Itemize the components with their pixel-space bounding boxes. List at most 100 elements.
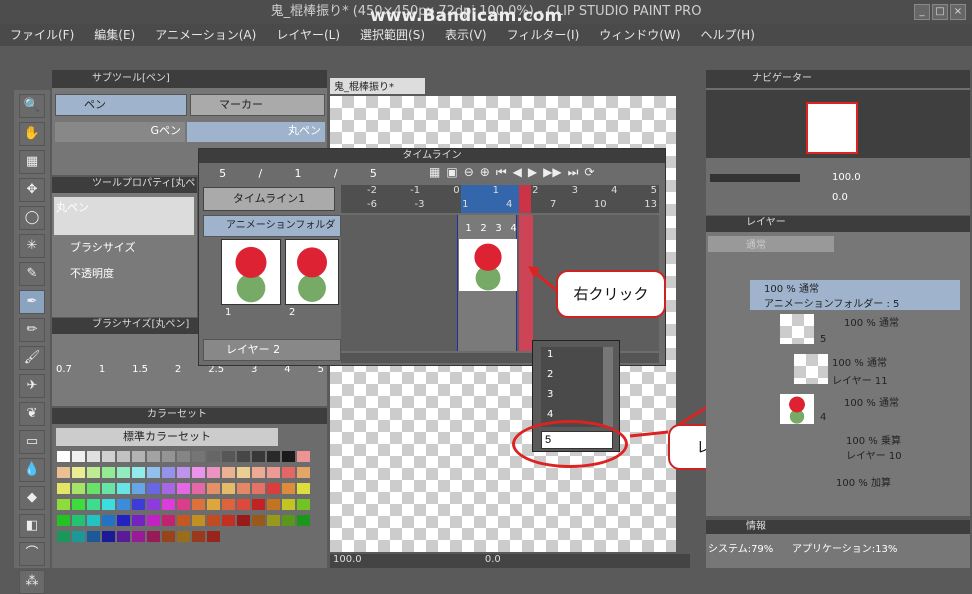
color-swatch[interactable]	[57, 499, 70, 510]
eraser-tool-icon[interactable]: ▭	[19, 430, 45, 454]
folder-thumbnail-1[interactable]	[221, 239, 281, 305]
layer-row-5[interactable]: 100 % 通常 5	[766, 312, 960, 348]
menu-file[interactable]: ファイル(F)	[10, 24, 74, 46]
color-swatch[interactable]	[72, 483, 85, 494]
layer-row-add[interactable]: 100 % 加算	[796, 474, 960, 492]
color-swatch[interactable]	[282, 499, 295, 510]
color-swatch[interactable]	[57, 515, 70, 526]
color-swatch[interactable]	[87, 515, 100, 526]
color-swatch[interactable]	[87, 531, 100, 542]
figure-tool-icon[interactable]: ⌒	[19, 542, 45, 566]
navigator-angle[interactable]: 0.0	[832, 192, 848, 203]
pencil-tool-icon[interactable]: ✏	[19, 318, 45, 342]
popup-item[interactable]: 3	[541, 387, 603, 407]
pen-tool-icon[interactable]: ✒	[19, 290, 45, 314]
color-swatch[interactable]	[222, 515, 235, 526]
layer-row-folder[interactable]: 100 % 通常 アニメーションフォルダー : 5	[750, 280, 960, 310]
color-swatch[interactable]	[267, 515, 280, 526]
eyedropper-tool-icon[interactable]: ✎	[19, 262, 45, 286]
maximize-button[interactable]: □	[932, 4, 948, 20]
color-swatch[interactable]	[57, 531, 70, 542]
color-swatch[interactable]	[282, 451, 295, 462]
tab-marker[interactable]: マーカー	[190, 94, 325, 116]
color-swatch[interactable]	[177, 483, 190, 494]
color-swatch[interactable]	[207, 467, 220, 478]
color-swatch[interactable]	[117, 499, 130, 510]
color-swatch[interactable]	[147, 451, 160, 462]
zoom-out-icon[interactable]: ⊖	[464, 165, 474, 183]
timeline-select[interactable]: タイムライン1	[203, 187, 335, 211]
timeline-ruler[interactable]: -2 -1 0 1 2 3 4 5 -6 -3 1 4 7 10 13	[341, 185, 659, 213]
prev-frame-icon[interactable]: ◀	[513, 165, 522, 183]
color-swatch[interactable]	[72, 531, 85, 542]
color-swatch[interactable]	[132, 515, 145, 526]
color-swatch[interactable]	[252, 483, 265, 494]
color-swatch[interactable]	[252, 515, 265, 526]
color-swatch[interactable]	[192, 499, 205, 510]
color-swatch[interactable]	[87, 451, 100, 462]
color-swatch[interactable]	[117, 531, 130, 542]
layer-row-11[interactable]: 100 % 通常 レイヤー 11	[792, 352, 960, 388]
brush-tool-icon[interactable]: 🖌	[19, 346, 45, 370]
color-swatch[interactable]	[162, 515, 175, 526]
color-swatch[interactable]	[72, 451, 85, 462]
color-swatch[interactable]	[222, 451, 235, 462]
color-swatch[interactable]	[72, 499, 85, 510]
color-swatch[interactable]	[132, 451, 145, 462]
color-swatch[interactable]	[207, 451, 220, 462]
color-swatch[interactable]	[237, 483, 250, 494]
color-swatch[interactable]	[207, 531, 220, 542]
navigator-zoom-slider[interactable]	[710, 174, 800, 182]
layer2-row[interactable]: レイヤー 2	[203, 339, 341, 361]
layer-row-4[interactable]: 100 % 通常 4	[766, 392, 960, 428]
folder-thumbnail-2[interactable]	[285, 239, 339, 305]
color-swatch[interactable]	[297, 499, 310, 510]
color-swatch[interactable]	[57, 483, 70, 494]
navigator-zoom[interactable]: 100.0	[832, 172, 861, 183]
last-frame-icon[interactable]: ⏭	[568, 165, 579, 183]
popup-item[interactable]: 2	[541, 367, 603, 387]
color-swatch[interactable]	[147, 483, 160, 494]
color-swatch[interactable]	[267, 499, 280, 510]
minimize-button[interactable]: _	[914, 4, 930, 20]
onion-icon[interactable]: ▣	[446, 165, 457, 183]
size-2[interactable]: 2	[175, 364, 181, 375]
folder-layer-row[interactable]: アニメーションフォルダー	[203, 215, 341, 251]
canvas-tab[interactable]: 鬼_棍棒振り*	[330, 78, 425, 94]
color-swatch[interactable]	[132, 531, 145, 542]
canvas-zoom[interactable]: 100.0	[333, 554, 362, 565]
color-swatch[interactable]	[282, 483, 295, 494]
first-frame-icon[interactable]: ⏮	[496, 165, 507, 183]
color-swatch[interactable]	[147, 467, 160, 478]
hand-tool-icon[interactable]: ✋	[19, 122, 45, 146]
color-swatch[interactable]	[162, 531, 175, 542]
color-swatch[interactable]	[237, 515, 250, 526]
color-swatch[interactable]	[192, 531, 205, 542]
color-swatch[interactable]	[147, 531, 160, 542]
color-swatch[interactable]	[252, 451, 265, 462]
color-swatch[interactable]	[102, 515, 115, 526]
color-swatch[interactable]	[102, 499, 115, 510]
color-swatch[interactable]	[177, 515, 190, 526]
color-swatch[interactable]	[192, 467, 205, 478]
menu-edit[interactable]: 編集(E)	[94, 24, 135, 46]
menu-window[interactable]: ウィンドウ(W)	[599, 24, 680, 46]
airbrush-tool-icon[interactable]: ✈	[19, 374, 45, 398]
play-icon[interactable]: ▶	[528, 165, 537, 183]
navigator-view-rect[interactable]	[806, 102, 858, 154]
size-1-5[interactable]: 1.5	[132, 364, 148, 375]
color-swatch-grid[interactable]	[56, 450, 314, 550]
color-swatch[interactable]	[102, 531, 115, 542]
color-swatch[interactable]	[237, 467, 250, 478]
brush-maru-pen[interactable]: 丸ペン	[187, 122, 325, 142]
color-swatch[interactable]	[102, 483, 115, 494]
color-swatch[interactable]	[207, 499, 220, 510]
color-swatch[interactable]	[282, 515, 295, 526]
color-swatch[interactable]	[117, 451, 130, 462]
color-swatch[interactable]	[102, 467, 115, 478]
color-swatch[interactable]	[132, 483, 145, 494]
frame-tool-icon[interactable]: ⁂	[19, 570, 45, 594]
color-swatch[interactable]	[297, 515, 310, 526]
color-swatch[interactable]	[87, 483, 100, 494]
color-swatch[interactable]	[192, 515, 205, 526]
